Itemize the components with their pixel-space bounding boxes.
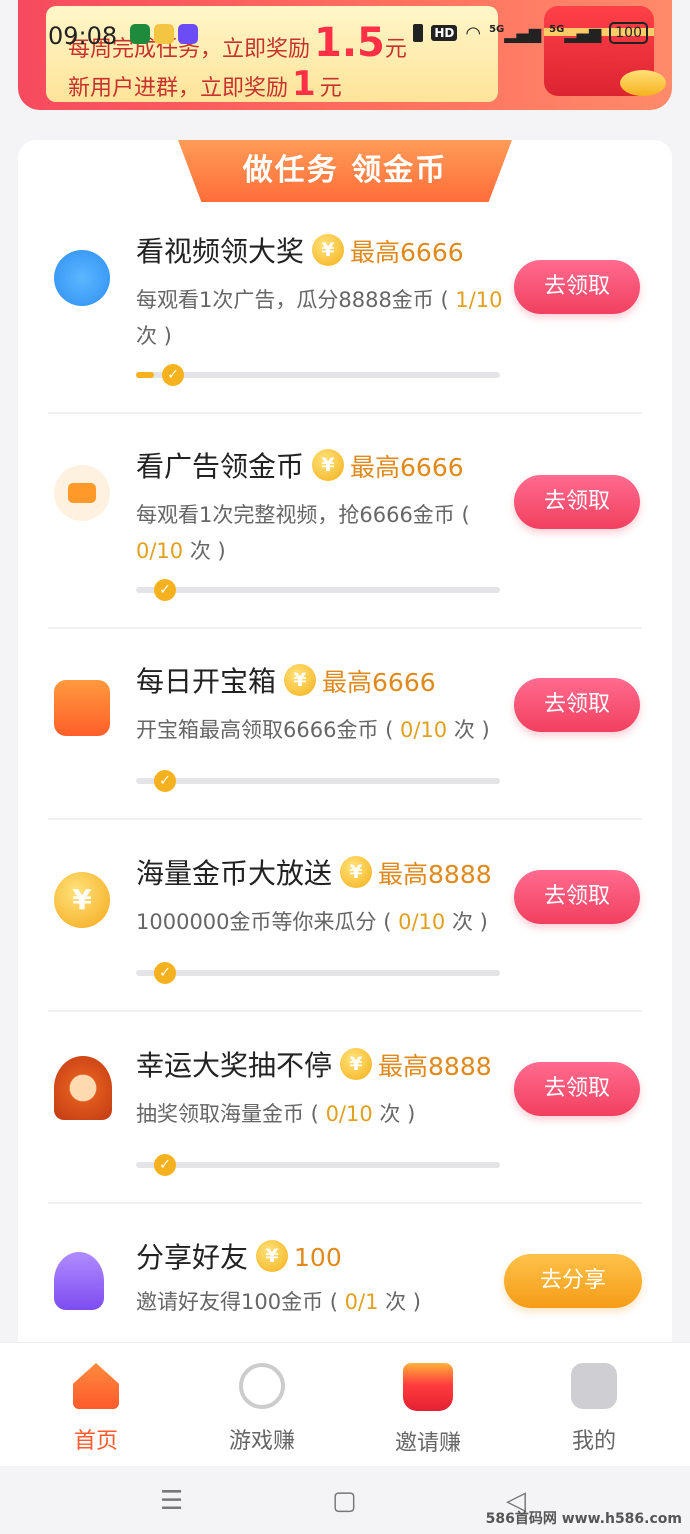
progress-fill (136, 372, 155, 378)
nav-mine[interactable]: 我的 (534, 1363, 654, 1455)
gift-box-icon (403, 1363, 453, 1411)
battery-icon: 100 (609, 22, 648, 44)
task-max-reward: 最高6666 (350, 238, 464, 267)
nav-label: 邀请赚 (394, 1431, 461, 1456)
claim-button[interactable]: 去领取 (514, 260, 640, 314)
task-desc: 邀请好友得100金币 ( 0/1 次 ) (136, 1290, 421, 1314)
status-bar: 09:08 HD ◠ 5G▂▄▆ 5G▂▄▆ 100 (0, 18, 690, 54)
task-desc: 每观看1次完整视频，抢6666金币 ( 0/10 次 ) (136, 503, 470, 563)
claim-button[interactable]: 去领取 (514, 678, 640, 732)
signal-icon-2: 5G▂▄▆ (549, 23, 602, 43)
task-progress: 0/10 (398, 910, 446, 934)
task-progress: 0/10 (400, 718, 448, 742)
task-desc: 开宝箱最高领取6666金币 ( 0/10 次 ) (136, 718, 490, 742)
check-icon: ✓ (154, 1154, 176, 1176)
nav-game-earn[interactable]: 游戏赚 (202, 1363, 322, 1455)
video-app-icon (178, 24, 198, 44)
task-title: 幸运大奖抽不停 (136, 1049, 333, 1082)
task-progress: 1/10 (455, 288, 503, 312)
check-icon: ✓ (154, 962, 176, 984)
promo-line-2: 新用户进群，立即奖励 1 元 (68, 64, 342, 104)
menu-icon[interactable]: ☰ (160, 1486, 183, 1516)
coin-icon: ¥ (284, 664, 317, 696)
task-title: 看视频领大奖 (136, 235, 305, 268)
treasure-chest-icon (54, 680, 110, 736)
home-square-icon[interactable]: ▢ (332, 1486, 357, 1516)
task-max-reward: 最高8888 (378, 860, 492, 889)
task-reward: 100 (294, 1242, 342, 1272)
claim-button[interactable]: 去领取 (514, 870, 640, 924)
gold-coin-icon: ¥ (54, 872, 110, 928)
coin-icon: ¥ (340, 856, 373, 888)
task-panel: 做任务 领金币 看视频领大奖 ¥ 最高6666 每观看1次广告，瓜分8888金币 (… (18, 140, 672, 1370)
divider (48, 818, 642, 820)
divider (48, 412, 642, 414)
gold-ingot-icon (620, 70, 666, 96)
nav-home[interactable]: 首页 (36, 1363, 156, 1455)
bottom-nav: 首页 游戏赚 邀请赚 我的 (0, 1342, 690, 1467)
profile-icon (571, 1363, 617, 1409)
task-desc: 1000000金币等你来瓜分 ( 0/10 次 ) (136, 910, 488, 934)
nav-label: 游戏赚 (228, 1429, 295, 1454)
status-time: 09:08 (48, 22, 118, 50)
promo-banner[interactable]: 每周完成任务，立即奖励 1.5元 新用户进群，立即奖励 1 元 (18, 0, 672, 110)
vibrate-icon (413, 24, 424, 42)
coin-icon: ¥ (256, 1240, 289, 1272)
progress-bar (136, 1162, 500, 1168)
coin-icon: ¥ (312, 449, 345, 481)
nav-label: 首页 (73, 1429, 118, 1454)
divider (48, 1202, 642, 1204)
status-right: HD ◠ 5G▂▄▆ 5G▂▄▆ 100 (413, 22, 648, 44)
task-title: 每日开宝箱 (136, 665, 277, 698)
video-camera-icon (54, 465, 110, 521)
coin-icon: ¥ (340, 1048, 373, 1080)
panel-title: 做任务 领金币 (178, 140, 512, 202)
progress-bar (136, 587, 500, 593)
check-icon: ✓ (154, 770, 176, 792)
task-progress: 0/10 (136, 539, 184, 563)
task-progress: 0/1 (344, 1290, 379, 1314)
task-desc: 抽奖领取海量金币 ( 0/10 次 ) (136, 1102, 416, 1126)
coin-icon: ¥ (312, 234, 345, 266)
nav-invite-earn[interactable]: 邀请赚 (368, 1363, 488, 1457)
task-max-reward: 最高8888 (378, 1052, 492, 1081)
wifi-icon: ◠ (465, 22, 482, 44)
watermark: 586首码网 www.h586.com (485, 1511, 682, 1527)
share-button[interactable]: 去分享 (504, 1254, 642, 1308)
oppo-app-icon (130, 24, 150, 44)
nav-label: 我的 (571, 1429, 616, 1454)
task-max-reward: 最高6666 (350, 453, 464, 482)
system-nav-bar: ☰ ▢ ◁ 586首码网 www.h586.com (0, 1466, 690, 1534)
task-max-reward: 最高6666 (322, 668, 436, 697)
tv-icon (54, 250, 110, 306)
prize-wheel-icon (54, 1056, 112, 1120)
task-title: 分享好友 (136, 1241, 249, 1274)
progress-bar (136, 372, 500, 378)
task-progress: 0/10 (325, 1102, 373, 1126)
divider (48, 627, 642, 629)
claim-button[interactable]: 去领取 (514, 1062, 640, 1116)
signal-icon-1: 5G▂▄▆ (489, 23, 542, 43)
check-icon: ✓ (162, 364, 184, 386)
check-icon: ✓ (154, 579, 176, 601)
progress-bar (136, 970, 500, 976)
home-icon (73, 1363, 119, 1409)
divider (48, 1010, 642, 1012)
claim-button[interactable]: 去领取 (514, 475, 640, 529)
gamepad-icon (239, 1363, 285, 1409)
status-app-icons (130, 24, 198, 44)
progress-bar (136, 778, 500, 784)
reader-app-icon (154, 24, 174, 44)
task-desc: 每观看1次广告，瓜分8888金币 ( 1/10 次 ) (136, 288, 503, 348)
person-share-icon (54, 1252, 104, 1310)
task-title: 看广告领金币 (136, 450, 305, 483)
hd-badge: HD (431, 25, 458, 41)
task-title: 海量金币大放送 (136, 857, 333, 890)
